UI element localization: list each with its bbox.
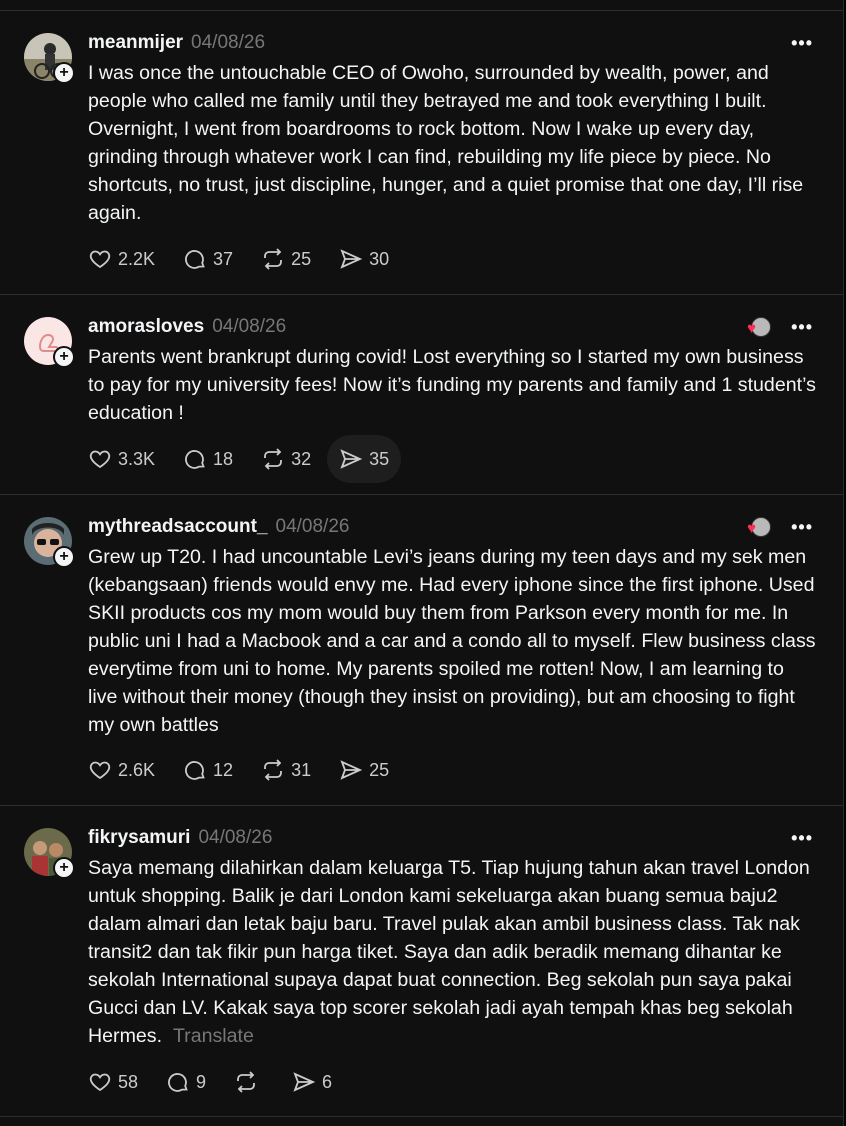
share-count: 30 <box>369 248 390 269</box>
post-date: 04/08/26 <box>275 516 350 537</box>
repost-count: 32 <box>291 448 312 469</box>
repost-count: 31 <box>291 759 312 780</box>
post-header: mythreadsaccount_ 04/08/26 ♥ ••• <box>88 515 813 539</box>
follow-plus-icon[interactable]: + <box>53 857 75 879</box>
like-count: 2.2K <box>118 248 156 269</box>
avatar[interactable]: + <box>24 33 75 84</box>
heart-badge-icon: ♥ <box>747 520 756 537</box>
like-count: 3.3K <box>118 448 156 469</box>
like-button[interactable]: 58 <box>76 1058 150 1106</box>
like-button[interactable]: 2.2K <box>76 235 167 283</box>
repost-icon <box>264 759 282 781</box>
repost-button[interactable] <box>222 1058 276 1106</box>
heart-icon <box>89 250 111 269</box>
like-button[interactable]: 3.3K <box>76 435 167 483</box>
top-divider <box>0 0 843 11</box>
repost-icon <box>237 1071 255 1093</box>
like-button[interactable]: 2.6K <box>76 746 167 794</box>
more-options-icon[interactable]: ••• <box>791 33 813 54</box>
heart-icon <box>89 1073 111 1092</box>
avatar[interactable]: + <box>24 317 75 368</box>
username[interactable]: fikrysamuri <box>88 827 190 849</box>
post-text: Grew up T20. I had uncountable Levi’s je… <box>88 546 816 736</box>
post-date: 04/08/26 <box>198 827 273 848</box>
share-count: 35 <box>369 448 390 469</box>
username[interactable]: mythreadsaccount_ <box>88 516 268 538</box>
repost-icon <box>264 248 282 270</box>
reply-button[interactable]: 37 <box>171 235 245 283</box>
follow-plus-icon[interactable]: + <box>53 62 75 84</box>
avatar[interactable]: + <box>24 828 75 879</box>
comment-icon <box>185 450 205 469</box>
post-text: I was once the untouchable CEO of Owoho,… <box>88 62 804 224</box>
liked-by-avatars[interactable]: ♥ <box>745 517 773 537</box>
post-date: 04/08/26 <box>191 32 266 53</box>
post-meanmijer[interactable]: + meanmijer 04/08/26 ••• I was once the … <box>0 11 843 295</box>
threads-feed: + meanmijer 04/08/26 ••• I was once the … <box>0 0 844 1126</box>
post-text-block: Saya memang dilahirkan dalam keluarga T5… <box>88 854 818 1050</box>
post-fikrysamuri[interactable]: + fikrysamuri 04/08/26 ••• Saya memang d… <box>0 806 843 1117</box>
like-count: 58 <box>118 1071 139 1092</box>
like-count: 2.6K <box>118 759 156 780</box>
send-icon <box>340 449 363 469</box>
post-actions: 58 9 6 <box>88 1066 360 1098</box>
post-mythreadsaccount[interactable]: + mythreadsaccount_ 04/08/26 ♥ ••• Grew … <box>0 495 843 806</box>
comment-icon <box>168 1073 188 1092</box>
more-options-icon[interactable]: ••• <box>791 517 813 538</box>
send-icon <box>293 1072 316 1092</box>
reply-button[interactable]: 12 <box>171 746 245 794</box>
liked-by-avatars[interactable]: ♥ <box>745 317 773 337</box>
translate-link[interactable]: Translate <box>173 1025 254 1047</box>
share-count: 25 <box>369 759 390 780</box>
post-actions: 2.6K 12 31 25 <box>88 754 417 786</box>
username[interactable]: amorasloves <box>88 316 204 338</box>
more-options-icon[interactable]: ••• <box>791 317 813 338</box>
heart-icon <box>89 761 111 780</box>
follow-plus-icon[interactable]: + <box>53 346 75 368</box>
reply-count: 18 <box>213 448 234 469</box>
reply-count: 37 <box>213 248 234 269</box>
share-button[interactable]: 6 <box>280 1058 344 1106</box>
post-text: Saya memang dilahirkan dalam keluarga T5… <box>88 857 810 1047</box>
heart-icon <box>89 450 111 469</box>
username[interactable]: meanmijer <box>88 32 183 54</box>
repost-button[interactable]: 32 <box>249 435 323 483</box>
reply-count: 9 <box>196 1071 207 1092</box>
share-count: 6 <box>322 1071 333 1092</box>
post-header: fikrysamuri 04/08/26 ••• <box>88 826 813 850</box>
post-date: 04/08/26 <box>212 316 287 337</box>
post-text: Parents went brankrupt during covid! Los… <box>88 346 816 424</box>
post-header: meanmijer 04/08/26 ••• <box>88 31 813 55</box>
repost-icon <box>264 448 282 470</box>
post-actions: 3.3K 18 32 35 <box>88 435 417 483</box>
repost-button[interactable]: 25 <box>249 235 323 283</box>
heart-badge-icon: ♥ <box>747 320 756 337</box>
share-button[interactable]: 30 <box>327 235 401 283</box>
more-options-icon[interactable]: ••• <box>791 828 813 849</box>
repost-button[interactable]: 31 <box>249 746 323 794</box>
post-actions: 2.2K 37 25 30 <box>88 243 417 275</box>
send-icon <box>340 760 363 780</box>
reply-button[interactable]: 9 <box>154 1058 218 1106</box>
share-button[interactable]: 35 <box>327 435 402 483</box>
repost-count: 25 <box>291 248 312 269</box>
send-icon <box>340 249 363 269</box>
reply-button[interactable]: 18 <box>171 435 245 483</box>
post-amorasloves[interactable]: + amorasloves 04/08/26 ♥ ••• Parents wen… <box>0 295 843 495</box>
comment-icon <box>185 250 205 269</box>
reply-count: 12 <box>213 759 234 780</box>
avatar[interactable]: + <box>24 517 75 568</box>
post-header: amorasloves 04/08/26 ♥ ••• <box>88 315 813 339</box>
follow-plus-icon[interactable]: + <box>53 546 75 568</box>
share-button[interactable]: 25 <box>327 746 401 794</box>
comment-icon <box>185 761 205 780</box>
